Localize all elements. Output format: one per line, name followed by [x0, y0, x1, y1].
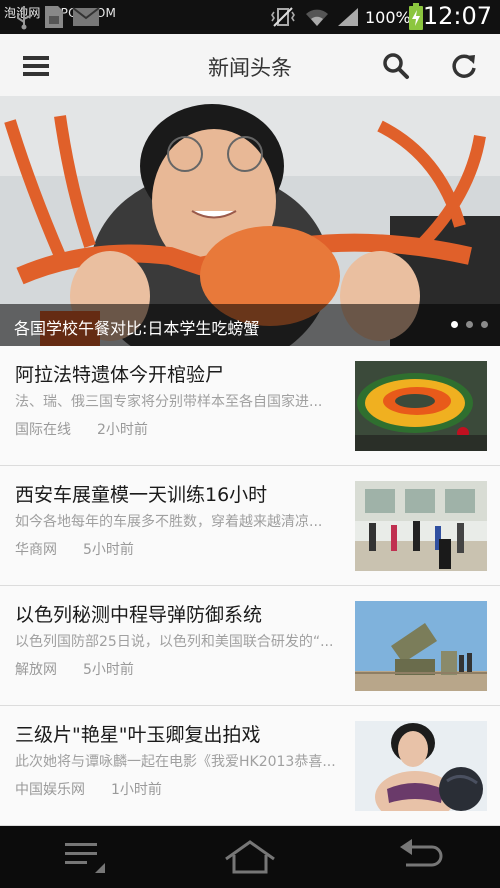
carousel-dot-active: [451, 321, 458, 328]
news-thumbnail: [355, 361, 487, 451]
news-time: 1小时前: [111, 782, 162, 798]
news-source: 解放网: [15, 662, 57, 678]
status-bar: 泡泡网 PCPOP.COM 100% 12:07: [0, 0, 500, 34]
news-meta: 解放网 5小时前: [15, 659, 134, 679]
news-source: 华商网: [15, 542, 57, 558]
usb-icon: [14, 0, 34, 34]
sd-card-icon: [42, 0, 66, 34]
news-meta: 华商网 5小时前: [15, 539, 134, 559]
news-thumbnail: [355, 721, 487, 811]
news-title: 以色列秘测中程导弹防御系统: [15, 604, 263, 626]
back-icon[interactable]: [385, 834, 455, 880]
carousel-dot: [466, 321, 473, 328]
carousel-dot: [481, 321, 488, 328]
battery-percentage: 100%: [365, 8, 411, 27]
recent-apps-icon[interactable]: [50, 834, 120, 880]
news-title: 西安车展童模一天训练16小时: [15, 484, 268, 506]
battery-charging-icon: [408, 0, 424, 34]
news-summary: 法、瑞、俄三国专家将分别带样本至各自国家进...: [15, 394, 323, 410]
news-list: 阿拉法特遗体今开棺验尸 法、瑞、俄三国专家将分别带样本至各自国家进... 国际在…: [0, 346, 500, 826]
carousel-indicator: [451, 321, 488, 328]
news-item[interactable]: 三级片"艳星"叶玉卿复出拍戏 此次她将与谭咏麟一起在电影《我爱HK2013恭喜.…: [0, 706, 500, 826]
news-summary: 此次她将与谭咏麟一起在电影《我爱HK2013恭喜...: [15, 754, 336, 770]
news-time: 5小时前: [83, 662, 134, 678]
clock: 12:07: [422, 2, 492, 30]
news-time: 5小时前: [83, 542, 134, 558]
news-source: 中国娱乐网: [15, 782, 85, 798]
news-item[interactable]: 阿拉法特遗体今开棺验尸 法、瑞、俄三国专家将分别带样本至各自国家进... 国际在…: [0, 346, 500, 466]
hero-caption: 各国学校午餐对比:日本学生吃螃蟹: [14, 319, 260, 338]
news-meta: 中国娱乐网 1小时前: [15, 779, 162, 799]
news-item[interactable]: 西安车展童模一天训练16小时 如今各地每年的车展多不胜数，穿着越来越清凉... …: [0, 466, 500, 586]
app-title: 新闻头条: [208, 56, 292, 80]
news-title: 阿拉法特遗体今开棺验尸: [15, 364, 225, 386]
news-thumbnail: [355, 601, 487, 691]
news-item[interactable]: 以色列秘测中程导弹防御系统 以色列国防部25日说，以色列和美国联合研发的“...…: [0, 586, 500, 706]
news-summary: 如今各地每年的车展多不胜数，穿着越来越清凉...: [15, 514, 323, 530]
home-icon[interactable]: [215, 834, 285, 880]
refresh-icon[interactable]: [444, 46, 484, 86]
mail-icon: [72, 0, 100, 34]
hero-banner[interactable]: 各国学校午餐对比:日本学生吃螃蟹: [0, 96, 500, 346]
search-icon[interactable]: [376, 46, 416, 86]
wifi-icon: [304, 0, 330, 34]
signal-icon: [336, 0, 360, 34]
news-meta: 国际在线 2小时前: [15, 419, 148, 439]
news-time: 2小时前: [97, 422, 148, 438]
news-thumbnail: [355, 481, 487, 571]
news-title: 三级片"艳星"叶玉卿复出拍戏: [15, 724, 261, 746]
hero-caption-bar: 各国学校午餐对比:日本学生吃螃蟹: [0, 304, 500, 346]
system-nav-bar: [0, 826, 500, 888]
news-summary: 以色列国防部25日说，以色列和美国联合研发的“...: [15, 634, 334, 650]
vibrate-icon: [270, 0, 296, 34]
news-source: 国际在线: [15, 422, 71, 438]
app-bar: 新闻头条: [0, 34, 500, 97]
